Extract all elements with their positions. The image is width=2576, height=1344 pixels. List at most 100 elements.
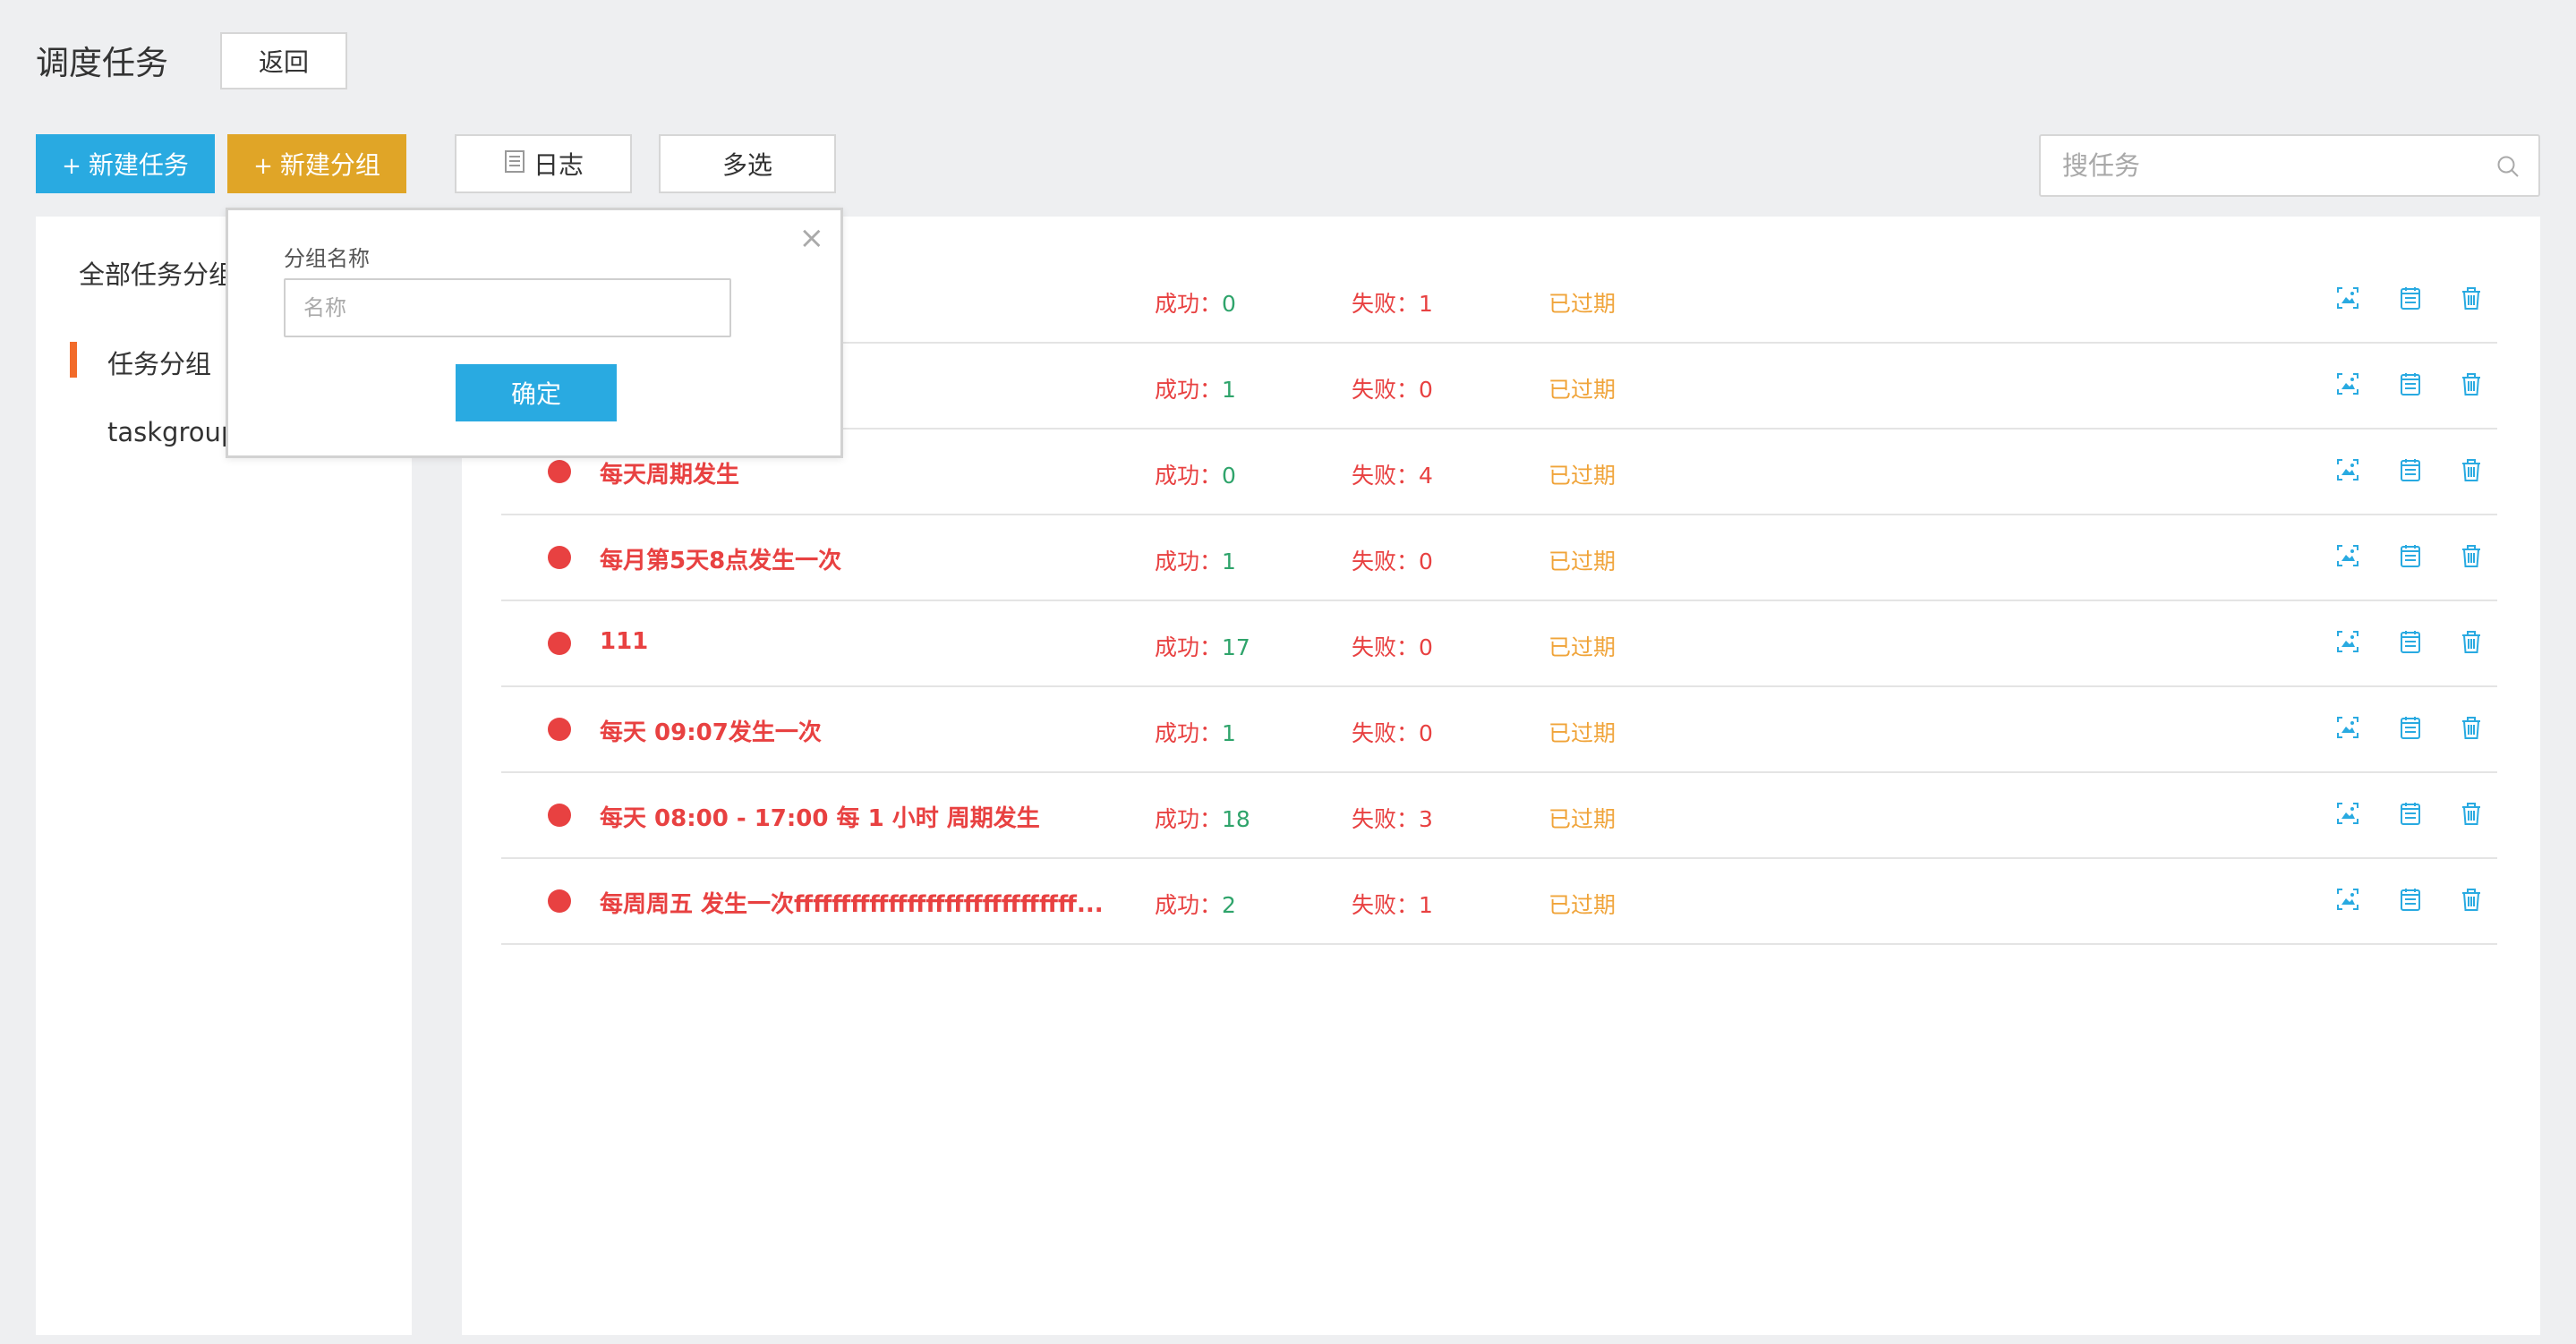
preview-icon[interactable] [2334, 714, 2361, 741]
sidebar-item-task-group[interactable]: 任务分组 [69, 342, 211, 381]
trash-icon[interactable] [2458, 456, 2485, 483]
fail-value: 0 [1419, 720, 1433, 746]
task-name[interactable]: 每天周期发生 [600, 456, 739, 489]
task-name[interactable]: 每天 09:07发生一次 [600, 714, 822, 747]
success-label: 成功： [1155, 720, 1223, 746]
log-button[interactable]: 日志 [455, 134, 632, 193]
status-badge: 已过期 [1548, 463, 1616, 489]
fail-count: 失败：0 [1352, 372, 1433, 404]
multi-select-button[interactable]: 多选 [659, 134, 836, 193]
back-button[interactable]: 返回 [220, 32, 347, 89]
task-row[interactable]: 111 成功：17 失败：0 已过期 [501, 601, 2497, 687]
fail-count: 失败：0 [1352, 716, 1433, 748]
status-badge: 已过期 [1548, 892, 1616, 918]
success-value: 1 [1222, 720, 1236, 746]
fail-value: 0 [1419, 377, 1433, 403]
page-title: 调度任务 [36, 44, 168, 82]
task-row[interactable]: 每天 08:00 - 17:00 每 1 小时 周期发生 成功：18 失败：3 已过期 [501, 773, 2497, 859]
trash-icon[interactable] [2458, 285, 2485, 311]
success-value: 0 [1222, 463, 1236, 489]
task-row[interactable]: 每月第5天8点发生一次 成功：1 失败：0 已过期 [501, 515, 2497, 601]
calendar-icon[interactable] [2397, 800, 2424, 827]
status-badge: 已过期 [1548, 377, 1616, 403]
calendar-icon[interactable] [2397, 886, 2424, 913]
fail-count: 失败：4 [1352, 458, 1433, 490]
trash-icon[interactable] [2458, 800, 2485, 827]
fail-count: 失败：3 [1352, 802, 1433, 834]
close-icon[interactable]: × [799, 223, 825, 253]
sidebar-item-taskgroup[interactable]: taskgroup [107, 417, 237, 447]
fail-label: 失败： [1352, 291, 1420, 317]
calendar-icon[interactable] [2397, 542, 2424, 569]
fail-value: 3 [1419, 806, 1433, 832]
fail-label: 失败： [1352, 549, 1420, 574]
document-icon [503, 149, 526, 180]
success-value: 18 [1222, 806, 1250, 832]
preview-icon[interactable] [2334, 370, 2361, 397]
success-value: 2 [1222, 892, 1236, 918]
trash-icon[interactable] [2458, 628, 2485, 655]
trash-icon[interactable] [2458, 542, 2485, 569]
new-task-button[interactable]: + 新建任务 [36, 134, 215, 193]
fail-value: 0 [1419, 549, 1433, 574]
trash-icon[interactable] [2458, 886, 2485, 913]
task-name[interactable]: 每周周五 发生一次ffffffffffffffffffffffffffffff.… [600, 886, 1104, 919]
task-row[interactable]: 每天 09:07发生一次 成功：1 失败：0 已过期 [501, 687, 2497, 773]
plus-icon: + [62, 153, 81, 180]
success-count: 成功：17 [1155, 630, 1250, 662]
status-badge: 已过期 [1548, 549, 1616, 574]
preview-icon[interactable] [2334, 456, 2361, 483]
group-name-input[interactable] [284, 278, 731, 337]
task-name[interactable]: 111 [600, 628, 648, 655]
search-input[interactable] [2041, 136, 2538, 195]
search-icon[interactable] [2495, 154, 2521, 179]
success-count: 成功：1 [1155, 716, 1236, 748]
calendar-icon[interactable] [2397, 628, 2424, 655]
success-label: 成功： [1155, 634, 1223, 660]
fail-count: 失败：1 [1352, 888, 1433, 920]
confirm-button[interactable]: 确定 [456, 364, 617, 421]
success-label: 成功： [1155, 377, 1223, 403]
success-label: 成功： [1155, 892, 1223, 918]
fail-label: 失败： [1352, 720, 1420, 746]
task-name[interactable]: 每天 08:00 - 17:00 每 1 小时 周期发生 [600, 800, 1040, 833]
sidebar-title: 全部任务分组 [79, 259, 235, 290]
status-dot [548, 889, 571, 913]
task-name[interactable]: 每月第5天8点发生一次 [600, 542, 841, 575]
fail-count: 失败：1 [1352, 286, 1433, 319]
search-box [2039, 134, 2540, 197]
log-label: 日志 [533, 150, 584, 180]
plus-icon: + [253, 153, 273, 180]
status-dot [548, 804, 571, 827]
new-group-popover: × 分组名称 确定 [226, 208, 843, 458]
success-value: 0 [1222, 291, 1236, 317]
task-row[interactable]: 每周周五 发生一次ffffffffffffffffffffffffffffff.… [501, 859, 2497, 945]
success-value: 17 [1222, 634, 1250, 660]
new-group-label: 新建分组 [279, 150, 380, 180]
status-dot [548, 460, 571, 483]
status-badge: 已过期 [1548, 634, 1616, 660]
preview-icon[interactable] [2334, 886, 2361, 913]
preview-icon[interactable] [2334, 628, 2361, 655]
fail-value: 4 [1419, 463, 1433, 489]
fail-value: 1 [1419, 892, 1433, 918]
calendar-icon[interactable] [2397, 714, 2424, 741]
preview-icon[interactable] [2334, 285, 2361, 311]
trash-icon[interactable] [2458, 370, 2485, 397]
success-label: 成功： [1155, 463, 1223, 489]
success-value: 1 [1222, 377, 1236, 403]
preview-icon[interactable] [2334, 542, 2361, 569]
success-value: 1 [1222, 549, 1236, 574]
calendar-icon[interactable] [2397, 456, 2424, 483]
calendar-icon[interactable] [2397, 285, 2424, 311]
trash-icon[interactable] [2458, 714, 2485, 741]
page: 调度任务 返回 + 新建任务 + 新建分组 日志 多选 全 [0, 0, 2576, 1344]
fail-label: 失败： [1352, 806, 1420, 832]
status-badge: 已过期 [1548, 291, 1616, 317]
calendar-icon[interactable] [2397, 370, 2424, 397]
preview-icon[interactable] [2334, 800, 2361, 827]
status-badge: 已过期 [1548, 806, 1616, 832]
success-count: 成功：1 [1155, 372, 1236, 404]
success-count: 成功：18 [1155, 802, 1250, 834]
new-group-button[interactable]: + 新建分组 [227, 134, 406, 193]
